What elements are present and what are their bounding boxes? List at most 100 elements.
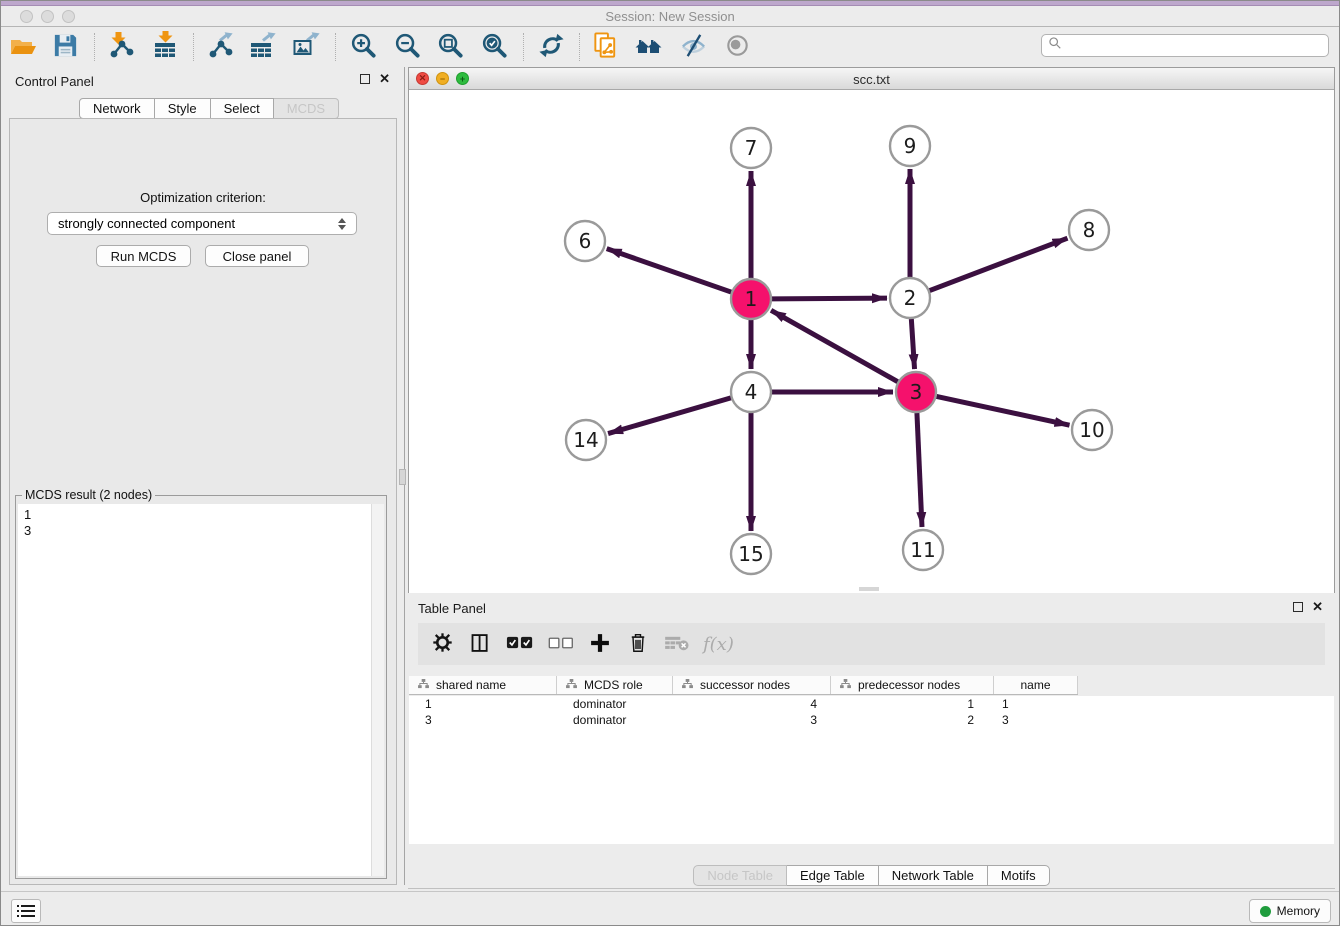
search-box[interactable] — [1041, 34, 1329, 57]
graph-node-3[interactable]: 3 — [896, 372, 936, 412]
panel-splitter-handle[interactable] — [399, 469, 406, 485]
add-row-button[interactable] — [588, 629, 612, 659]
close-panel-button[interactable]: Close panel — [205, 245, 309, 267]
graph-node-4[interactable]: 4 — [731, 372, 771, 412]
mcds-result-list[interactable]: 13 — [18, 504, 371, 876]
network-window-titlebar[interactable]: ✕ − + scc.txt — [409, 68, 1334, 90]
tab-edge-table[interactable]: Edge Table — [787, 865, 879, 886]
column-header-successor-nodes[interactable]: successor nodes — [673, 676, 831, 694]
tab-style[interactable]: Style — [155, 98, 211, 119]
show-graphics-details-button[interactable] — [719, 31, 755, 63]
close-panel-icon[interactable]: ✕ — [379, 74, 390, 84]
graph-edge-4-14[interactable] — [608, 398, 731, 434]
tab-select[interactable]: Select — [211, 98, 274, 119]
column-type-icon — [682, 678, 693, 692]
open-session-icon — [8, 31, 38, 64]
new-network-from-selection-button[interactable] — [587, 31, 623, 63]
graph-node-14[interactable]: 14 — [566, 420, 606, 460]
tab-network[interactable]: Network — [79, 98, 155, 119]
new-network-from-selection-icon — [591, 31, 620, 63]
mcds-result-box: MCDS result (2 nodes) 13 — [15, 495, 387, 879]
graph-node-1[interactable]: 1 — [731, 279, 771, 319]
zoom-in-button[interactable] — [345, 31, 381, 63]
float-panel-icon[interactable] — [360, 74, 370, 84]
column-label: name — [1020, 678, 1050, 692]
tab-network-table[interactable]: Network Table — [879, 865, 988, 886]
table-row[interactable]: 3dominator323 — [409, 712, 1334, 728]
graph-edge-1-6[interactable] — [607, 249, 731, 292]
graph-edge-3-10[interactable] — [937, 396, 1070, 425]
import-network-button[interactable] — [102, 31, 138, 63]
node-label: 7 — [745, 136, 758, 160]
node-label: 9 — [904, 134, 917, 158]
status-bar: Memory — [1, 891, 1339, 926]
run-mcds-button[interactable]: Run MCDS — [96, 245, 191, 267]
column-header-mcds-role[interactable]: MCDS role — [557, 676, 673, 694]
import-table-button[interactable] — [148, 31, 184, 63]
refresh-button[interactable] — [533, 31, 569, 63]
close-table-panel-icon[interactable]: ✕ — [1312, 602, 1323, 612]
export-network-icon — [204, 31, 234, 64]
column-header-shared-name[interactable]: shared name — [409, 676, 557, 694]
memory-status-icon — [1260, 906, 1271, 917]
delete-row-button[interactable] — [626, 629, 650, 659]
table-row[interactable]: 1dominator411 — [409, 696, 1334, 712]
criterion-dropdown[interactable]: strongly connected component — [47, 212, 357, 235]
graph-edge-3-1[interactable] — [771, 310, 898, 381]
graph-node-2[interactable]: 2 — [890, 278, 930, 318]
export-image-button[interactable] — [288, 31, 324, 63]
tab-node-table[interactable]: Node Table — [693, 865, 787, 886]
open-session-button[interactable] — [5, 31, 41, 63]
column-label: MCDS role — [584, 678, 643, 692]
graph-edge-1-2[interactable] — [772, 298, 887, 299]
unselect-all-icon — [548, 636, 574, 653]
insert-column-button[interactable] — [468, 629, 492, 659]
insert-column-icon — [470, 633, 490, 656]
column-label: predecessor nodes — [858, 678, 960, 692]
graph-edge-3-11[interactable] — [917, 413, 922, 527]
tab-mcds[interactable]: MCDS — [274, 98, 339, 119]
table-panel: Table Panel ✕ f(x) shared nameMCDS roles… — [408, 597, 1335, 889]
first-neighbors-button[interactable] — [631, 31, 667, 63]
mcds-result-title: MCDS result (2 nodes) — [22, 488, 155, 502]
network-canvas[interactable]: 7 9 6 8 1 2 4 3 14 10 15 11 — [409, 90, 1334, 593]
export-table-button[interactable] — [244, 31, 280, 63]
export-table-icon — [247, 31, 277, 64]
graph-edge-2-3[interactable] — [911, 319, 914, 369]
graph-node-10[interactable]: 10 — [1072, 410, 1112, 450]
export-network-button[interactable] — [201, 31, 237, 63]
graph-node-8[interactable]: 8 — [1069, 210, 1109, 250]
titlebar-accent — [1, 1, 1339, 6]
graph-node-7[interactable]: 7 — [731, 128, 771, 168]
table-settings-button[interactable] — [430, 629, 454, 659]
result-scrollbar[interactable] — [371, 504, 384, 876]
tab-motifs[interactable]: Motifs — [988, 865, 1050, 886]
hide-graphics-details-button[interactable] — [675, 31, 711, 63]
search-input[interactable] — [1066, 39, 1322, 53]
zoom-out-button[interactable] — [389, 31, 425, 63]
graph-edge-2-8[interactable] — [930, 238, 1068, 290]
title-bar: Session: New Session — [1, 1, 1339, 27]
column-header-name[interactable]: name — [994, 676, 1078, 694]
graph-node-15[interactable]: 15 — [731, 534, 771, 574]
table-header-row: shared name MCDS role successor nodes prede… — [409, 676, 1078, 695]
save-session-icon — [51, 31, 80, 63]
task-history-button[interactable] — [11, 899, 41, 923]
add-row-icon — [589, 632, 611, 657]
graph-node-6[interactable]: 6 — [565, 221, 605, 261]
zoom-selected-button[interactable] — [476, 31, 512, 63]
zoom-fit-button[interactable] — [432, 31, 468, 63]
toolbar-separator — [523, 33, 524, 61]
table-cell: 3 — [994, 713, 1078, 727]
column-label: successor nodes — [700, 678, 790, 692]
graph-node-11[interactable]: 11 — [903, 530, 943, 570]
unselect-all-button[interactable] — [548, 629, 574, 659]
select-all-button[interactable] — [506, 629, 534, 659]
save-session-button[interactable] — [47, 31, 83, 63]
horizontal-splitter-handle[interactable] — [859, 587, 879, 591]
column-type-icon — [840, 678, 851, 692]
memory-button[interactable]: Memory — [1249, 899, 1331, 923]
graph-node-9[interactable]: 9 — [890, 126, 930, 166]
float-table-panel-icon[interactable] — [1293, 602, 1303, 612]
column-header-predecessor-nodes[interactable]: predecessor nodes — [831, 676, 994, 694]
